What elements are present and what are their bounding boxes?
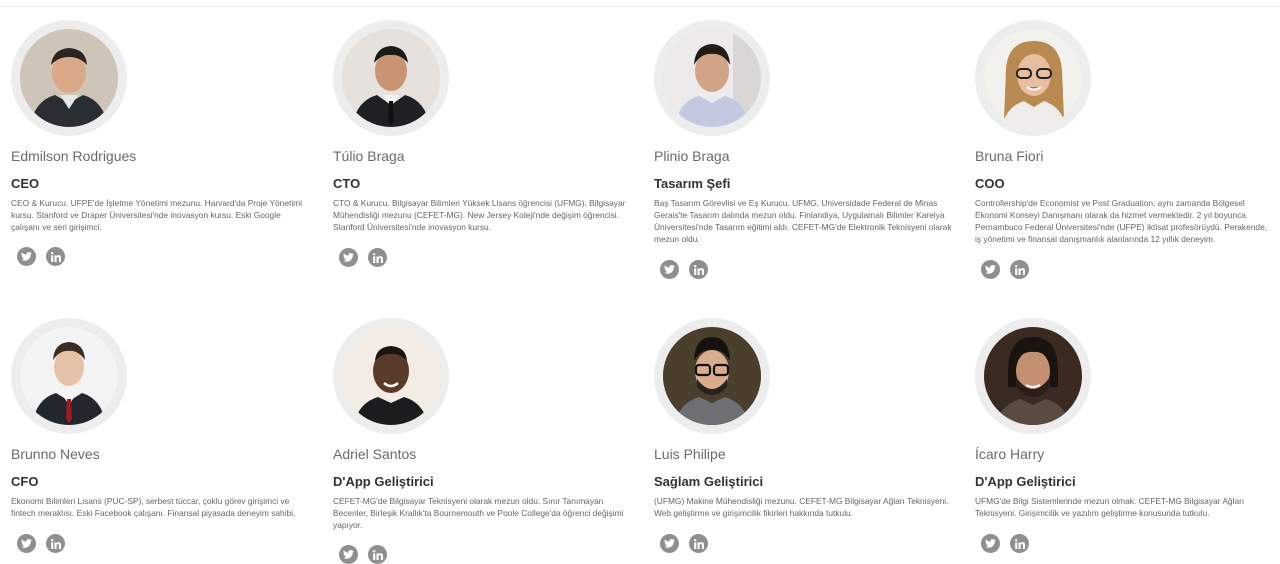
member-role: Tasarım Şefi [654,176,731,191]
avatar [20,29,118,127]
member-name: Plinio Braga [654,148,730,164]
team-member-card: Plinio Braga Tasarım Şefi Baş Tasarım Gö… [654,20,954,279]
avatar [984,29,1082,127]
social-links [339,248,387,267]
twitter-icon [343,550,354,559]
twitter-icon [21,252,32,261]
top-divider [0,6,1280,7]
twitter-button[interactable] [17,247,36,266]
linkedin-icon [693,538,704,549]
social-links [981,534,1029,553]
member-bio: CEFET-MG'de Bilgisayar Teknisyeni olarak… [333,496,624,530]
avatar-frame [654,318,770,434]
avatar [342,29,440,127]
twitter-icon [664,539,675,548]
social-links [17,534,65,553]
avatar-frame [975,318,1091,434]
member-name: Ícaro Harry [975,446,1045,462]
linkedin-icon [693,264,704,275]
twitter-button[interactable] [660,534,679,553]
member-name: Brunno Neves [11,446,100,462]
twitter-button[interactable] [17,534,36,553]
team-member-card: Adriel Santos D'App Geliştirici CEFET-MG… [333,318,633,564]
member-role: CFO [11,474,39,489]
member-bio: Baş Tasarım Görevlisi ve Eş Kurucu. UFMG… [654,198,952,244]
avatar-frame [11,20,127,136]
avatar [342,327,440,425]
member-role: CTO [333,176,361,191]
twitter-icon [21,539,32,548]
member-role: Sağlam Geliştirici [654,474,764,489]
team-member-card: Edmilson Rodrigues CEO CEO & Kurucu. UFP… [11,20,311,266]
team-member-card: Bruna Fiori COO Controllership'de Econom… [975,20,1275,279]
twitter-icon [985,539,996,548]
avatar-frame [654,20,770,136]
member-name: Adriel Santos [333,446,417,462]
linkedin-button[interactable] [1010,260,1029,279]
member-name: Luis Philipe [654,446,726,462]
avatar-frame [975,20,1091,136]
twitter-button[interactable] [660,260,679,279]
avatar-frame [333,318,449,434]
avatar [984,327,1082,425]
member-bio: (UFMG) Makine Mühendisliği mezunu. CEFET… [654,496,949,518]
social-links [339,545,387,564]
linkedin-icon [50,251,61,262]
twitter-icon [343,253,354,262]
linkedin-icon [1014,264,1025,275]
social-links [17,247,65,266]
twitter-button[interactable] [981,534,1000,553]
linkedin-icon [50,538,61,549]
linkedin-button[interactable] [689,260,708,279]
team-member-card: Túlio Braga CTO CTO & Kurucu. Bilgisayar… [333,20,633,267]
member-bio: CTO & Kurucu. Bilgisayar Bilimleri Yükse… [333,198,626,232]
social-links [660,260,708,279]
twitter-button[interactable] [339,545,358,564]
member-bio: Controllership'de Economist ve Post Grad… [975,198,1268,244]
member-role: COO [975,176,1005,191]
member-role: CEO [11,176,40,191]
linkedin-button[interactable] [368,545,387,564]
member-role: D'App Geliştirici [333,474,434,489]
member-name: Bruna Fiori [975,148,1044,164]
linkedin-icon [372,549,383,560]
twitter-button[interactable] [339,248,358,267]
member-bio: Ekonomi Bilimleri Lisans (PUC-SP), serbe… [11,496,296,518]
linkedin-button[interactable] [1010,534,1029,553]
linkedin-button[interactable] [368,248,387,267]
linkedin-button[interactable] [689,534,708,553]
twitter-icon [664,265,675,274]
team-member-card: Brunno Neves CFO Ekonomi Bilimleri Lisan… [11,318,311,553]
social-links [660,534,708,553]
avatar-frame [11,318,127,434]
linkedin-icon [1014,538,1025,549]
linkedin-icon [372,252,383,263]
avatar [20,327,118,425]
linkedin-button[interactable] [46,247,65,266]
linkedin-button[interactable] [46,534,65,553]
avatar-frame [333,20,449,136]
member-name: Edmilson Rodrigues [11,148,137,164]
member-bio: UFMG'de Bilgi Sistemlerinde mezun olmak.… [975,496,1245,518]
member-bio: CEO & Kurucu. UFPE'de İşletme Yönetimi m… [11,198,303,232]
team-member-card: Ícaro Harry D'App Geliştirici UFMG'de Bi… [975,318,1275,553]
social-links [981,260,1029,279]
avatar [663,327,761,425]
twitter-button[interactable] [981,260,1000,279]
avatar [663,29,761,127]
team-member-card: Luis Philipe Sağlam Geliştirici (UFMG) M… [654,318,954,553]
twitter-icon [985,265,996,274]
member-name: Túlio Braga [333,148,405,164]
member-role: D'App Geliştirici [975,474,1076,489]
